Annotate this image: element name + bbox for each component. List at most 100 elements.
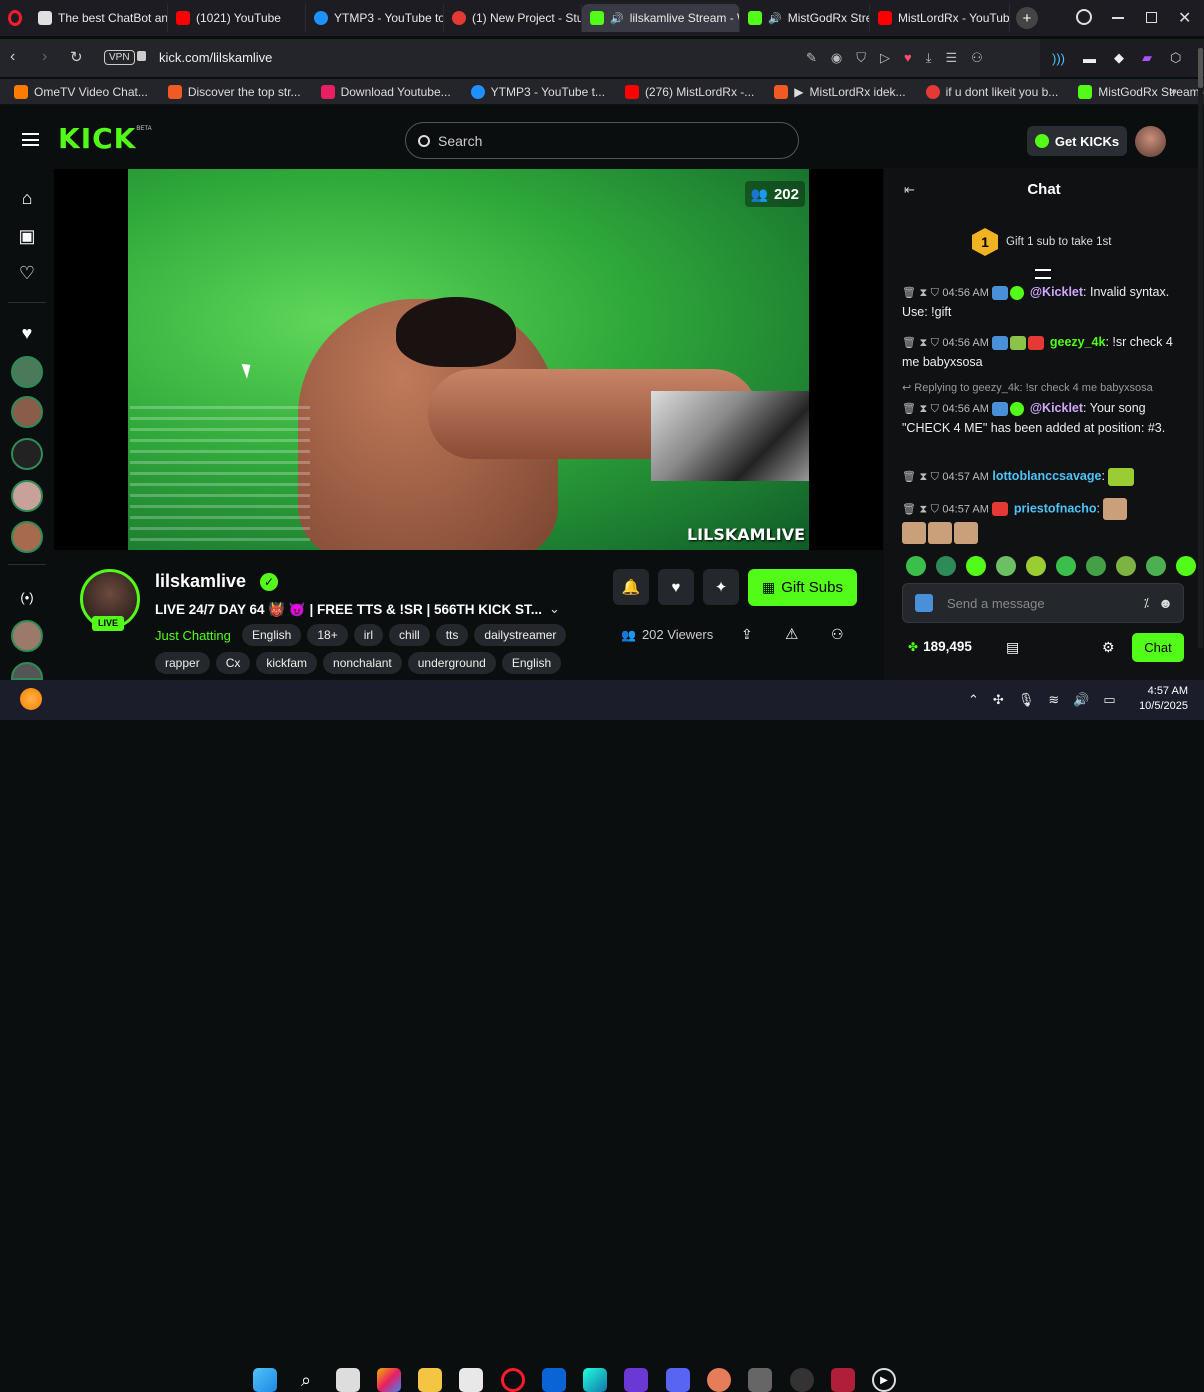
minimize-icon[interactable]: [1112, 17, 1124, 19]
timeout-icon[interactable]: ⧗: [919, 471, 927, 483]
search-bar[interactable]: Search: [405, 122, 799, 159]
maximize-icon[interactable]: [1146, 12, 1157, 23]
menu-lines-icon[interactable]: ☰: [945, 50, 957, 66]
mod-icon[interactable]: ⛉: [931, 471, 939, 483]
tag[interactable]: rapper: [155, 652, 210, 674]
gift-leaderboard[interactable]: 1 Gift 1 sub to take 1st: [972, 228, 1111, 256]
show-hidden-icons-chevron-icon[interactable]: ⌃: [968, 692, 979, 708]
tag[interactable]: nonchalant: [323, 652, 402, 674]
emote-icon[interactable]: [1146, 556, 1166, 576]
send-chat-button[interactable]: Chat: [1132, 633, 1184, 662]
camera-taskbar-icon[interactable]: [748, 1368, 772, 1392]
bookmark-item[interactable]: YTMP3 - YouTube t...: [463, 84, 613, 99]
account-icon[interactable]: ⚇: [971, 50, 983, 66]
vpn-badge[interactable]: VPN: [104, 50, 135, 65]
trash-icon[interactable]: 🗑: [902, 403, 916, 415]
search-tabs-icon[interactable]: [1076, 9, 1092, 25]
trash-icon[interactable]: 🗑: [902, 503, 916, 515]
search-taskbar-icon[interactable]: ⌕: [294, 1368, 318, 1392]
mod-icon[interactable]: ⛉: [931, 337, 939, 349]
tag[interactable]: English: [501, 652, 562, 674]
emote-icon[interactable]: [1176, 556, 1196, 576]
clipchamp-icon[interactable]: [624, 1368, 648, 1392]
notification-bell-button[interactable]: 🔔: [613, 569, 649, 605]
trash-icon[interactable]: 🗑: [902, 287, 916, 299]
download-icon[interactable]: ⤓: [926, 50, 932, 66]
report-icon[interactable]: ⚠: [785, 625, 798, 643]
file-explorer-icon[interactable]: [418, 1368, 442, 1392]
tag[interactable]: kickfam: [256, 652, 318, 674]
emote-icon[interactable]: [936, 556, 956, 576]
hamburger-menu-icon[interactable]: [22, 133, 39, 146]
edit-icon[interactable]: ✎: [806, 50, 817, 66]
browser-tab-ytmp3[interactable]: YTMP3 - YouTube to: [306, 4, 444, 32]
browser-tab-new-project[interactable]: (1) New Project - Stud: [444, 4, 582, 32]
emote-icon[interactable]: [1116, 556, 1136, 576]
chat-username[interactable]: lottoblanccsavage: [992, 469, 1101, 483]
bookmark-item[interactable]: Discover the top str...: [160, 84, 309, 99]
followed-channel-avatar[interactable]: [11, 396, 43, 428]
weather-widget-icon[interactable]: [20, 688, 42, 710]
chat-username[interactable]: @Kicklet: [1030, 285, 1083, 299]
channel-points[interactable]: ✤ 189,495: [908, 639, 972, 654]
timeout-icon[interactable]: ⧗: [919, 403, 927, 415]
chat-username[interactable]: @Kicklet: [1030, 401, 1083, 415]
new-tab-icon[interactable]: +: [1016, 7, 1038, 29]
mod-icon[interactable]: ⛉: [931, 503, 939, 515]
browser-tab-mistgodrx[interactable]: 🔊 MistGodRx Stream: [740, 4, 870, 32]
task-view-icon[interactable]: [336, 1368, 360, 1392]
browser-tab-mistlordrx[interactable]: MistLordRx - YouTube: [870, 4, 1010, 32]
heart-icon[interactable]: ♥: [904, 50, 912, 66]
camera-icon[interactable]: ◉: [831, 50, 842, 66]
browse-icon[interactable]: ▣: [14, 223, 40, 249]
get-kicks-button[interactable]: Get KICKs: [1027, 126, 1127, 156]
extension-1-icon[interactable]: ))): [1052, 51, 1065, 66]
home-icon[interactable]: ⌂: [14, 185, 40, 211]
clip-user-icon[interactable]: ⚇: [831, 626, 844, 643]
chat-input[interactable]: Send a message ⁒ ☻: [902, 583, 1184, 623]
extensions-icon[interactable]: ⬡: [1170, 50, 1181, 66]
followed-channel-avatar[interactable]: [11, 356, 43, 388]
bookmark-item[interactable]: OmeTV Video Chat...: [6, 84, 156, 99]
media-player-icon[interactable]: ▶: [872, 1368, 896, 1392]
timeout-icon[interactable]: ⧗: [919, 503, 927, 515]
microphone-icon[interactable]: 🎙: [1018, 692, 1035, 708]
forward-icon[interactable]: ›: [42, 48, 47, 66]
channel-name[interactable]: lilskamlive: [155, 571, 246, 592]
pinned-chevron-icon[interactable]: [1035, 269, 1051, 279]
browser-tab-lilskamlive[interactable]: 🔊 lilskamlive Stream - W: [582, 4, 740, 32]
outlook-icon[interactable]: [542, 1368, 566, 1392]
url-field[interactable]: kick.com/lilskamlive: [159, 50, 272, 65]
opera-taskbar-icon[interactable]: [501, 1368, 525, 1392]
title-expand-chevron-down-icon[interactable]: ⌄: [549, 601, 560, 617]
recommended-channel-avatar[interactable]: [11, 662, 43, 680]
app-tray-icon[interactable]: ✣: [993, 692, 1004, 708]
following-icon[interactable]: ♥: [14, 320, 40, 346]
start-windows-icon[interactable]: [253, 1368, 277, 1392]
user-avatar[interactable]: [1135, 126, 1166, 157]
store-taskbar-icon[interactable]: [459, 1368, 483, 1392]
extension-4-icon[interactable]: ▰: [1142, 50, 1152, 66]
mod-icon[interactable]: ⛉: [931, 287, 939, 299]
copilot-icon[interactable]: [377, 1368, 401, 1392]
opera-logo-icon[interactable]: [0, 4, 30, 32]
kick-logo[interactable]: KICK BETA: [58, 122, 152, 155]
tag[interactable]: tts: [435, 624, 469, 646]
timeout-icon[interactable]: ⧗: [919, 287, 927, 299]
tag[interactable]: chill: [389, 624, 430, 646]
recommended-channel-avatar[interactable]: [11, 620, 43, 652]
app-icon[interactable]: [707, 1368, 731, 1392]
volume-icon[interactable]: 🔊: [1073, 692, 1089, 708]
tag[interactable]: Cx: [215, 652, 251, 674]
edge-icon[interactable]: [583, 1368, 607, 1392]
store-icon[interactable]: ▤: [1006, 639, 1019, 656]
emote-icon[interactable]: [1086, 556, 1106, 576]
gift-subs-button[interactable]: ▦ Gift Subs: [748, 569, 857, 606]
bookmark-item[interactable]: MistGodRx Stream -...: [1070, 84, 1204, 99]
emote-icon[interactable]: [996, 556, 1016, 576]
trash-icon[interactable]: 🗑: [902, 471, 916, 483]
timeout-icon[interactable]: ⧗: [919, 337, 927, 349]
emote-icon[interactable]: [906, 556, 926, 576]
close-window-icon[interactable]: ✕: [1178, 8, 1191, 28]
discord-icon[interactable]: [666, 1368, 690, 1392]
